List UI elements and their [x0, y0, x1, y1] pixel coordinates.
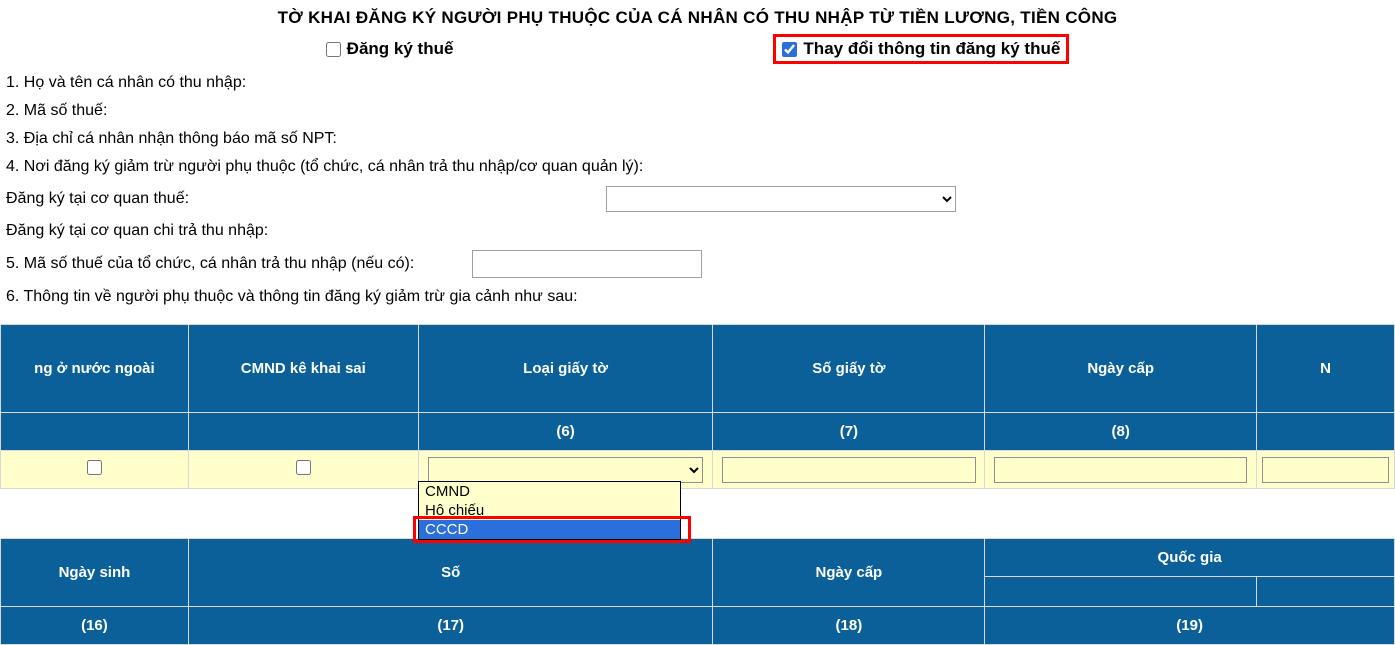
- th-doc-type: Loại giấy tờ: [418, 325, 713, 413]
- th-extra: N: [1257, 325, 1395, 413]
- th-foreign: ng ở nước ngoài: [1, 325, 189, 413]
- th2-n16: (16): [1, 607, 189, 645]
- table-row: [1, 451, 1395, 489]
- doc-type-dropdown-popup: CMND Hô chiếu CCCD: [418, 481, 681, 540]
- dropdown-option-ho-chieu[interactable]: Hô chiếu: [419, 501, 680, 520]
- foreign-checkbox[interactable]: [87, 460, 102, 475]
- label-reg-payer: Đăng ký tại cơ quan chi trả thu nhập:: [6, 222, 268, 240]
- dropdown-option-cmnd[interactable]: CMND: [419, 482, 680, 501]
- wrong-cmnd-checkbox[interactable]: [296, 460, 311, 475]
- th-num-blank2: [188, 413, 418, 451]
- dropdown-option-cccd[interactable]: CCCD: [419, 520, 680, 539]
- register-tax-text: Đăng ký thuế: [347, 39, 454, 59]
- th-num-6: (6): [418, 413, 713, 451]
- th2-sub1: [985, 577, 1257, 607]
- th-num-7: (7): [713, 413, 985, 451]
- spacer: [1, 489, 1395, 539]
- th-doc-no: Số giấy tờ: [713, 325, 985, 413]
- tax-agency-select[interactable]: [606, 186, 956, 212]
- register-tax-checkbox[interactable]: [326, 42, 341, 57]
- doc-type-select[interactable]: [428, 457, 703, 483]
- line-5: 5. Mã số thuế của tổ chức, cá nhân trả t…: [6, 255, 414, 273]
- dependents-table: ng ở nước ngoài CMND kê khai sai Loại gi…: [0, 324, 1395, 539]
- line-4: 4. Nơi đăng ký giảm trừ người phụ thuộc …: [6, 158, 643, 176]
- issue-date-input[interactable]: [994, 457, 1247, 483]
- th-num-blank1: [1, 413, 189, 451]
- th-wrong-cmnd: CMND kê khai sai: [188, 325, 418, 413]
- register-tax-checkbox-label[interactable]: Đăng ký thuế: [326, 39, 454, 59]
- th-num-blank3: [1257, 413, 1395, 451]
- th-num-8: (8): [985, 413, 1257, 451]
- th2-sub2: [1257, 577, 1395, 607]
- checkbox-row: Đăng ký thuế Thay đổi thông tin đăng ký …: [0, 34, 1395, 64]
- th2-issue: Ngày cấp: [713, 539, 985, 607]
- th2-n18: (18): [713, 607, 985, 645]
- th-issue-date: Ngày cấp: [985, 325, 1257, 413]
- payer-tax-input[interactable]: [472, 250, 702, 278]
- form-title: TỜ KHAI ĐĂNG KÝ NGƯỜI PHỤ THUỘC CỦA CÁ N…: [0, 0, 1395, 34]
- change-info-highlight: Thay đổi thông tin đăng ký thuế: [773, 34, 1069, 64]
- doc-no-input[interactable]: [722, 457, 975, 483]
- th2-number: Số: [188, 539, 713, 607]
- th2-n19: (19): [985, 607, 1395, 645]
- label-reg-agency: Đăng ký tại cơ quan thuế:: [6, 190, 246, 208]
- th2-n17: (17): [188, 607, 713, 645]
- dependents-table-2: Ngày sinh Số Ngày cấp Quốc gia (16) (17)…: [0, 538, 1395, 645]
- change-info-text: Thay đổi thông tin đăng ký thuế: [803, 39, 1060, 59]
- dependents-table-wrap: ng ở nước ngoài CMND kê khai sai Loại gi…: [0, 324, 1395, 645]
- th2-country: Quốc gia: [985, 539, 1395, 577]
- line-6: 6. Thông tin về người phụ thuộc và thông…: [6, 288, 578, 306]
- extra-input[interactable]: [1262, 457, 1388, 483]
- line-3: 3. Địa chỉ cá nhân nhận thông báo mã số …: [6, 130, 337, 148]
- change-info-checkbox[interactable]: [782, 42, 797, 57]
- th2-dob: Ngày sinh: [1, 539, 189, 607]
- line-2: 2. Mã số thuế:: [6, 102, 107, 120]
- line-1: 1. Họ và tên cá nhân có thu nhập:: [6, 74, 246, 92]
